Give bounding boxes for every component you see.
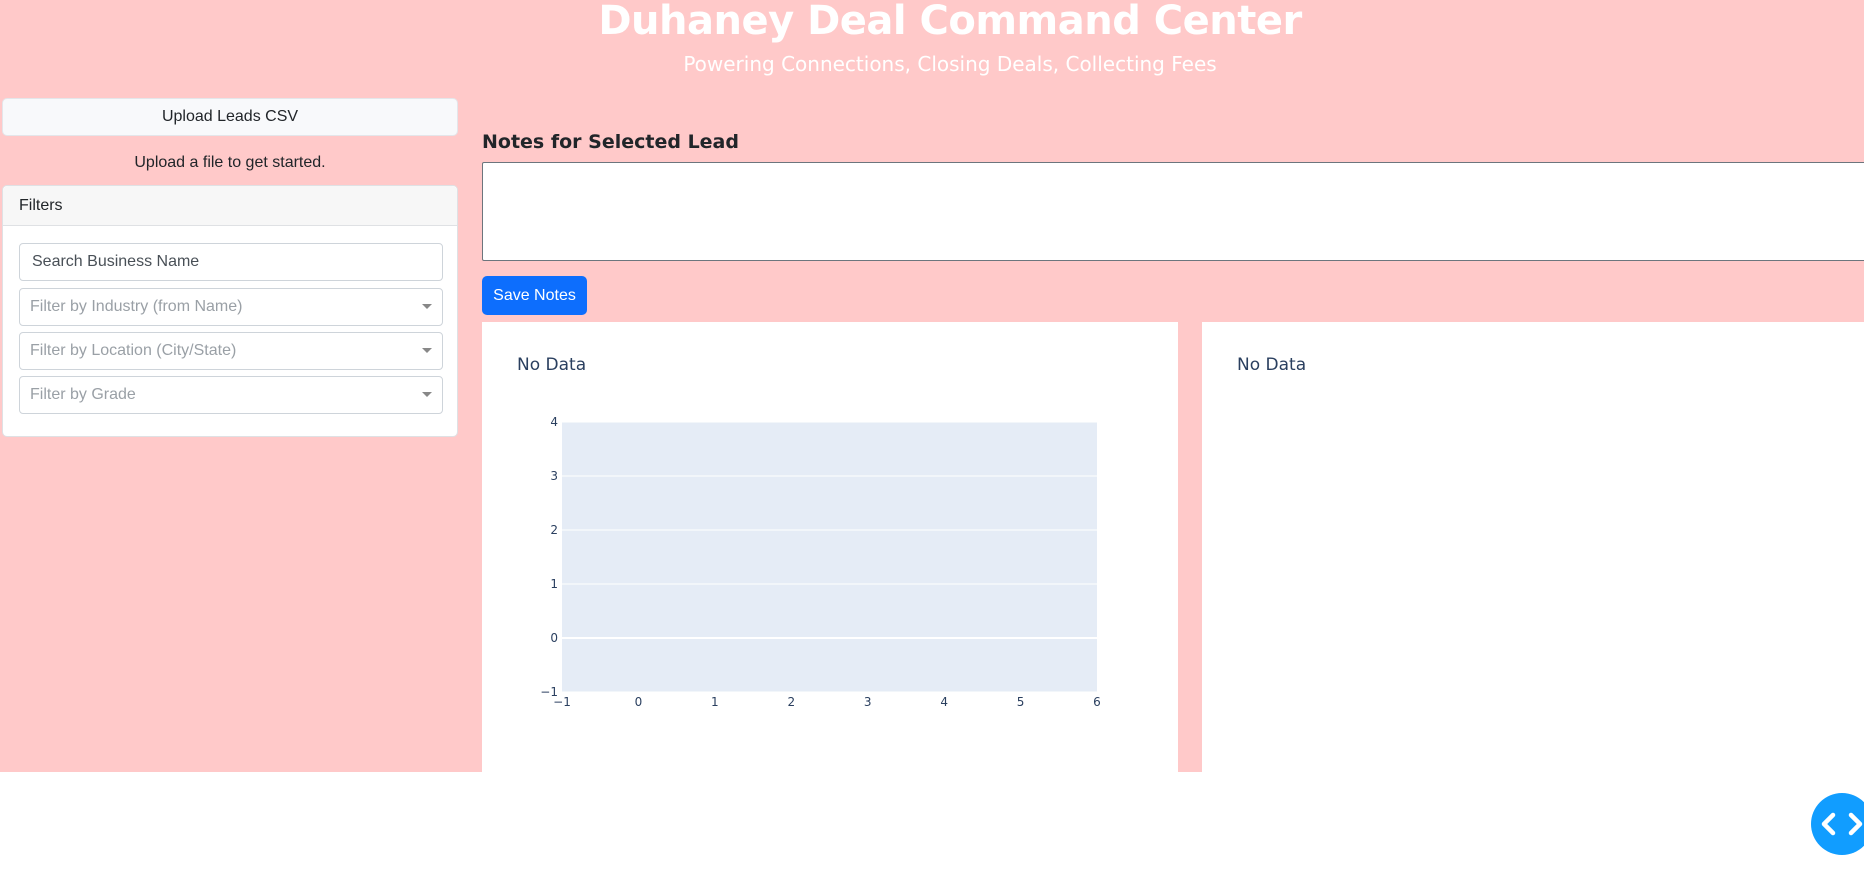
upload-status-text: Upload a file to get started. [134, 154, 326, 171]
location-filter-dropdown[interactable]: Filter by Location (City/State) [19, 332, 443, 370]
industry-filter-placeholder: Filter by Industry (from Name) [30, 298, 243, 315]
notes-label: Notes for Selected Lead [482, 131, 739, 153]
chevron-down-icon [422, 304, 432, 309]
notes-textarea[interactable] [482, 162, 1864, 261]
x-tick-label: 1 [711, 695, 719, 709]
x-tick-label: 4 [940, 695, 948, 709]
right-chart-title: No Data [1237, 355, 1307, 375]
x-tick-label: 3 [864, 695, 872, 709]
app-subtitle: Powering Connections, Closing Deals, Col… [683, 52, 1217, 76]
location-filter-placeholder: Filter by Location (City/State) [30, 342, 237, 359]
filters-card: Filters Search Business Name Filter by I… [2, 185, 458, 437]
x-tick-label: 0 [635, 695, 643, 709]
search-business-input[interactable]: Search Business Name [19, 243, 443, 281]
code-brackets-icon [1821, 812, 1863, 836]
filters-title: Filters [3, 186, 457, 226]
x-tick-label: 2 [787, 695, 795, 709]
dev-tools-button[interactable] [1811, 793, 1864, 855]
grade-filter-dropdown[interactable]: Filter by Grade [19, 376, 443, 414]
chevron-down-icon [422, 348, 432, 353]
save-notes-button[interactable]: Save Notes [482, 276, 587, 315]
grade-filter-placeholder: Filter by Grade [30, 386, 136, 403]
right-chart-panel: No Data [1202, 322, 1864, 772]
x-tick-label: 5 [1017, 695, 1025, 709]
chevron-down-icon [422, 392, 432, 397]
x-tick-label: 6 [1093, 695, 1101, 709]
upload-leads-button[interactable]: Upload Leads CSV [2, 98, 458, 136]
y-tick-label: 3 [550, 469, 558, 483]
y-tick-label: 2 [550, 523, 558, 537]
left-chart-plot: −101234−1 0 1 2 3 4 5 6 [540, 415, 1101, 709]
left-chart-panel: No Data −1 0 1 2 3 4 −1 0 1 2 3 4 5 6 [482, 322, 1178, 772]
plot-area [562, 422, 1097, 692]
y-tick-label: 4 [550, 415, 558, 429]
app-title: Duhaney Deal Command Center [598, 0, 1302, 44]
industry-filter-dropdown[interactable]: Filter by Industry (from Name) [19, 288, 443, 326]
x-tick-label: −1 [553, 695, 571, 709]
y-tick-label: 0 [550, 631, 558, 645]
y-tick-label: 1 [550, 577, 558, 591]
